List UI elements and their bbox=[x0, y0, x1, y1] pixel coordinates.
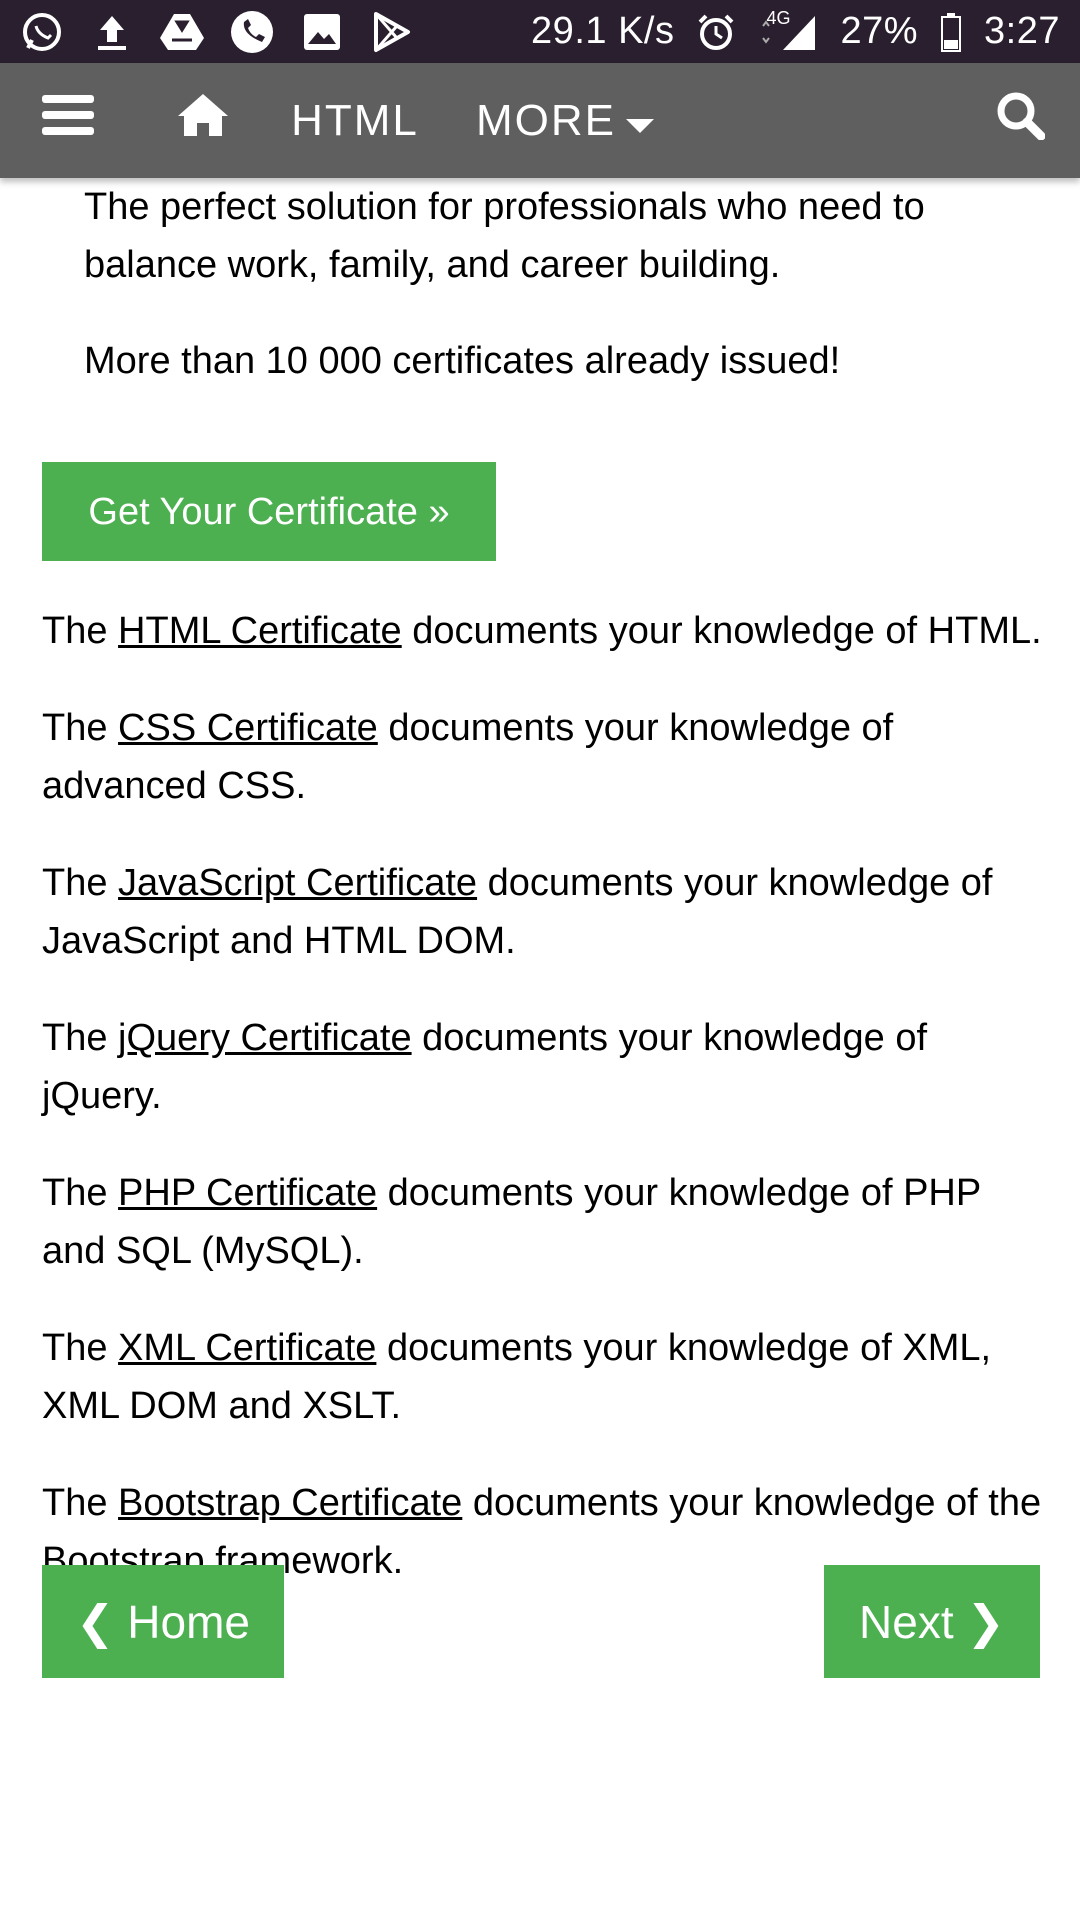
home-button[interactable]: ❮ Home bbox=[42, 1565, 284, 1678]
css-certificate-link[interactable]: CSS Certificate bbox=[118, 707, 378, 749]
nav-more-dropdown[interactable]: MORE bbox=[460, 63, 670, 178]
search-button[interactable] bbox=[960, 63, 1080, 178]
xml-certificate-link[interactable]: XML Certificate bbox=[118, 1327, 376, 1369]
certificate-list: The HTML Certificate documents your know… bbox=[42, 602, 1042, 1629]
top-nav-bar: HTML MORE bbox=[0, 63, 1080, 178]
menu-button[interactable] bbox=[0, 63, 135, 178]
play-store-icon bbox=[370, 10, 414, 54]
caret-down-icon bbox=[626, 96, 654, 146]
list-item: The CSS Certificate documents your knowl… bbox=[42, 707, 894, 807]
drive-icon bbox=[160, 10, 204, 54]
whatsapp-icon bbox=[20, 10, 64, 54]
list-item: The jQuery Certificate documents your kn… bbox=[42, 1017, 928, 1117]
javascript-certificate-link[interactable]: JavaScript Certificate bbox=[118, 862, 477, 904]
net-speed: 29.1 K/s bbox=[531, 10, 675, 52]
list-item: The HTML Certificate documents your know… bbox=[42, 610, 1042, 652]
signal-icon: 4G bbox=[758, 7, 820, 54]
battery-percent: 27% bbox=[840, 10, 919, 52]
php-certificate-link[interactable]: PHP Certificate bbox=[118, 1172, 377, 1214]
image-icon bbox=[300, 10, 344, 54]
intro-paragraph: The perfect solution for professionals w… bbox=[84, 186, 925, 286]
network-type: 4G bbox=[766, 7, 791, 28]
phone-icon bbox=[230, 10, 274, 54]
intro-text: The perfect solution for professionals w… bbox=[84, 178, 1024, 390]
get-certificate-button[interactable]: Get Your Certificate » bbox=[42, 462, 496, 561]
bootstrap-certificate-link[interactable]: Bootstrap Certificate bbox=[118, 1482, 462, 1524]
list-item: The PHP Certificate documents your knowl… bbox=[42, 1172, 981, 1272]
system-status: 29.1 K/s 4G 27% 3:27 bbox=[531, 7, 1060, 54]
clock: 3:27 bbox=[984, 10, 1060, 52]
alarm-icon bbox=[694, 10, 738, 54]
notification-icons bbox=[20, 10, 414, 54]
status-bar: 29.1 K/s 4G 27% 3:27 bbox=[0, 0, 1080, 63]
upload-icon bbox=[90, 10, 134, 54]
nav-html-link[interactable]: HTML bbox=[270, 63, 440, 178]
jquery-certificate-link[interactable]: jQuery Certificate bbox=[118, 1017, 412, 1059]
certificates-issued-note: More than 10 000 certificates already is… bbox=[84, 340, 841, 382]
list-item: The JavaScript Certificate documents you… bbox=[42, 862, 993, 962]
nav-more-label: MORE bbox=[476, 95, 616, 145]
home-nav-button[interactable] bbox=[135, 63, 270, 178]
battery-icon bbox=[938, 10, 964, 54]
menu-icon bbox=[41, 93, 94, 148]
next-button[interactable]: Next ❯ bbox=[824, 1565, 1040, 1678]
search-icon bbox=[995, 90, 1046, 151]
home-icon bbox=[176, 92, 230, 149]
list-item: The XML Certificate documents your knowl… bbox=[42, 1327, 992, 1427]
html-certificate-link[interactable]: HTML Certificate bbox=[118, 610, 402, 652]
